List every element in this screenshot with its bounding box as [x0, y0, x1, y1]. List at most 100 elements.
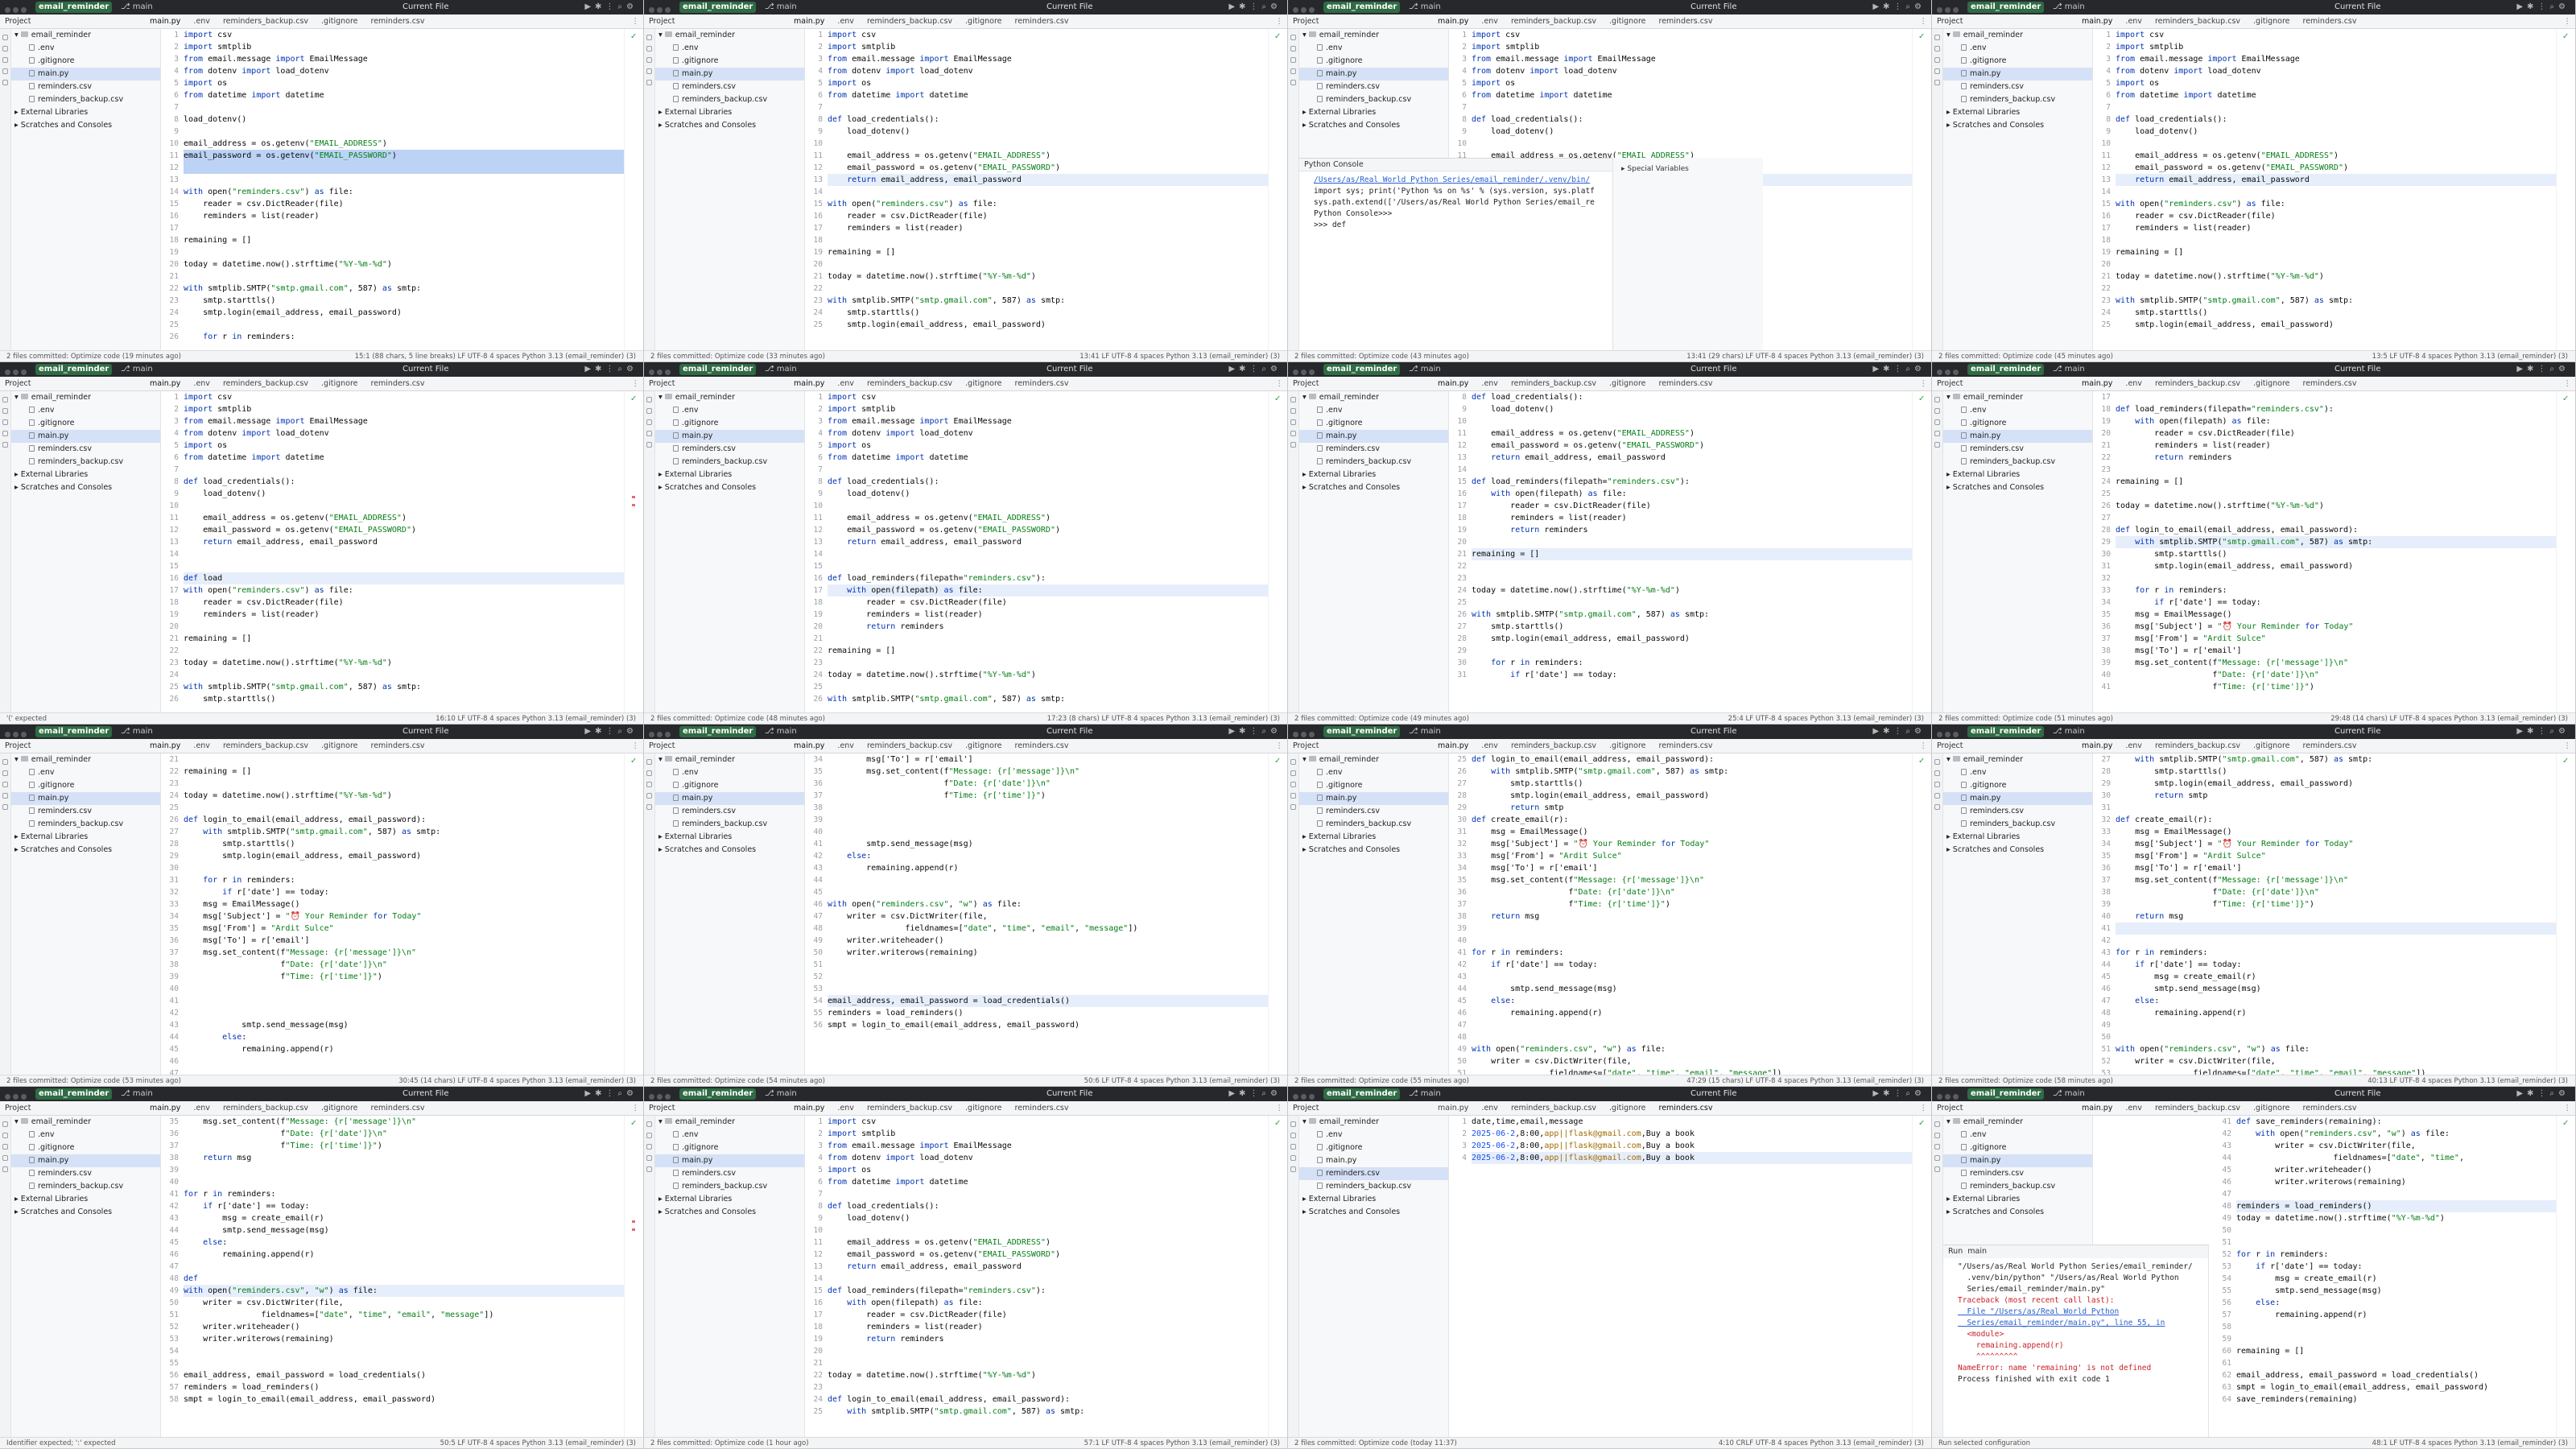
debug-icon[interactable]: ✱ — [1239, 365, 1249, 374]
editor-tab[interactable]: .gitignore — [2247, 1101, 2296, 1115]
tree-scratches[interactable]: ▸ Scratches and Consoles — [11, 1206, 160, 1219]
project-view-label[interactable]: Project — [1293, 739, 1430, 753]
tree-file[interactable]: .env — [11, 42, 160, 55]
run-icon[interactable]: ▶ — [584, 365, 595, 374]
code-line[interactable] — [2116, 186, 2557, 198]
checkmark-icon[interactable]: ✓ — [1918, 32, 1925, 41]
tree-file[interactable]: reminders.csv — [1943, 443, 2092, 456]
search-icon[interactable]: ⌕ — [1261, 1089, 1270, 1098]
code-line[interactable]: with open(filepath) as file: — [2116, 415, 2557, 427]
status-widgets[interactable]: 29:48 (14 chars) LF UTF-8 4 spaces Pytho… — [2330, 713, 2568, 724]
python-console[interactable]: Python Console/Users/as/Real World Pytho… — [1299, 158, 1613, 351]
code-line[interactable]: load_dotenv() — [828, 126, 1269, 138]
code-line[interactable]: remaining = [] — [184, 234, 625, 246]
tree-root[interactable]: ▾ email_reminder — [655, 753, 804, 766]
code-line[interactable]: import smtplib — [1472, 41, 1913, 53]
code-line[interactable]: reader = csv.DictReader(file) — [184, 198, 625, 210]
code-line[interactable]: for r in reminders: — [2236, 1249, 2557, 1261]
tree-file[interactable]: .gitignore — [1299, 417, 1448, 430]
tree-file[interactable]: reminders_backup.csv — [1299, 456, 1448, 469]
code-line[interactable] — [828, 1188, 1269, 1200]
project-view-label[interactable]: Project — [649, 377, 786, 390]
code-line[interactable]: writer.writerows(remaining) — [2236, 1176, 2557, 1188]
editor-tab[interactable]: .gitignore — [1603, 377, 1652, 390]
debug-icon[interactable]: ✱ — [595, 727, 605, 736]
tree-scratches[interactable]: ▸ Scratches and Consoles — [11, 844, 160, 857]
tool-window-icon[interactable] — [2, 68, 8, 74]
code-line[interactable]: msg = create_email(r) — [2116, 971, 2557, 983]
code-line[interactable]: for r in reminders: — [1472, 947, 1913, 959]
code-line[interactable] — [2116, 138, 2557, 150]
code-line[interactable] — [828, 681, 1269, 693]
branch-selector[interactable]: ⎇ main — [1409, 362, 1441, 377]
code-line[interactable]: load_dotenv() — [828, 1212, 1269, 1224]
tool-window-icon[interactable] — [646, 770, 652, 776]
code-line[interactable]: for r in reminders: — [184, 874, 625, 886]
tree-file[interactable]: reminders_backup.csv — [655, 818, 804, 831]
code-line[interactable]: smpt = login_to_email(email_address, ema… — [828, 1019, 1269, 1031]
run-icon[interactable]: ▶ — [2516, 1089, 2527, 1098]
window-controls[interactable] — [649, 729, 675, 737]
tab-overflow-icon[interactable]: ⋮ — [2564, 739, 2572, 753]
code-line[interactable] — [184, 995, 625, 1007]
tree-external-libraries[interactable]: ▸ External Libraries — [1299, 469, 1448, 481]
tree-file[interactable]: .env — [1299, 766, 1448, 779]
code-line[interactable]: from dotenv import load_dotenv — [828, 65, 1269, 77]
editor-tab[interactable]: .gitignore — [315, 739, 364, 753]
window-controls[interactable] — [1937, 4, 1963, 13]
tree-root[interactable]: ▾ email_reminder — [655, 29, 804, 42]
code-line[interactable]: f"Date: {r['date']}\n" — [1472, 886, 1913, 898]
code-line[interactable] — [2236, 1333, 2557, 1345]
code-line[interactable]: else: — [184, 1236, 625, 1249]
window-controls[interactable] — [649, 366, 675, 375]
editor-tab[interactable]: reminders.csv — [1009, 739, 1075, 753]
tab-overflow-icon[interactable]: ⋮ — [2564, 14, 2572, 28]
more-icon[interactable]: ⋮ — [2537, 727, 2549, 736]
checkmark-icon[interactable]: ✓ — [2562, 394, 2569, 403]
code-line[interactable]: remaining = [] — [184, 766, 625, 778]
code-line[interactable] — [1472, 1031, 1913, 1043]
run-config-selector[interactable]: Current File — [2334, 724, 2380, 739]
debug-icon[interactable]: ✱ — [595, 2, 605, 11]
code-line[interactable] — [184, 162, 625, 174]
tree-root[interactable]: ▾ email_reminder — [1299, 29, 1448, 42]
code-line[interactable]: with smtplib.SMTP("smtp.gmail.com", 587)… — [828, 295, 1269, 307]
tool-window-icon[interactable] — [646, 442, 652, 448]
code-line[interactable]: remaining.append(r) — [2236, 1309, 2557, 1321]
tree-file[interactable]: .gitignore — [1299, 55, 1448, 68]
window-controls[interactable] — [1293, 4, 1319, 13]
code-line[interactable]: msg['To'] = r['email'] — [1472, 862, 1913, 874]
code-line[interactable]: from dotenv import load_dotenv — [2116, 65, 2557, 77]
code-line[interactable]: reminders = list(reader) — [184, 210, 625, 222]
tool-window-icon[interactable] — [2, 759, 8, 765]
code-line[interactable]: remaining = [] — [184, 633, 625, 645]
tool-window-icon[interactable] — [1290, 35, 1296, 40]
editor-tab[interactable]: reminders.csv — [365, 1101, 431, 1115]
code-line[interactable] — [1472, 923, 1913, 935]
code-line[interactable]: fieldnames=["date", "time", — [2236, 1152, 2557, 1164]
tool-window-icon[interactable] — [646, 80, 652, 85]
tree-file[interactable]: reminders.csv — [1299, 805, 1448, 818]
error-marker[interactable] — [632, 1228, 635, 1231]
code-line[interactable]: from dotenv import load_dotenv — [184, 427, 625, 440]
editor-tab[interactable]: reminders_backup.csv — [861, 739, 959, 753]
code-line[interactable]: smtp.starttls() — [1472, 621, 1913, 633]
checkmark-icon[interactable]: ✓ — [2562, 757, 2569, 766]
inspection-stripe[interactable]: ✓ — [2556, 1116, 2575, 1438]
inspection-stripe[interactable]: ✓ — [1912, 1116, 1931, 1438]
project-view-label[interactable]: Project — [1293, 14, 1430, 28]
code-line[interactable]: from datetime import datetime — [2116, 89, 2557, 101]
tree-file[interactable]: main.py — [1299, 1154, 1448, 1167]
console-header[interactable]: Python Console — [1299, 159, 1612, 171]
editor-tab[interactable]: reminders_backup.csv — [217, 739, 315, 753]
code-editor[interactable]: msg.set_content(f"Message: {r['message']… — [184, 1116, 625, 1438]
code-line[interactable] — [184, 319, 625, 331]
inspection-stripe[interactable]: ✓ — [1268, 391, 1287, 713]
code-line[interactable] — [2116, 1031, 2557, 1043]
editor-tab[interactable]: .gitignore — [2247, 377, 2296, 390]
code-line[interactable] — [2116, 234, 2557, 246]
code-line[interactable]: msg.set_content(f"Message: {r['message']… — [184, 947, 625, 959]
tool-window-icon[interactable] — [1934, 431, 1940, 436]
window-controls[interactable] — [5, 729, 31, 737]
code-line[interactable]: writer = csv.DictWriter(file, — [1472, 1055, 1913, 1067]
